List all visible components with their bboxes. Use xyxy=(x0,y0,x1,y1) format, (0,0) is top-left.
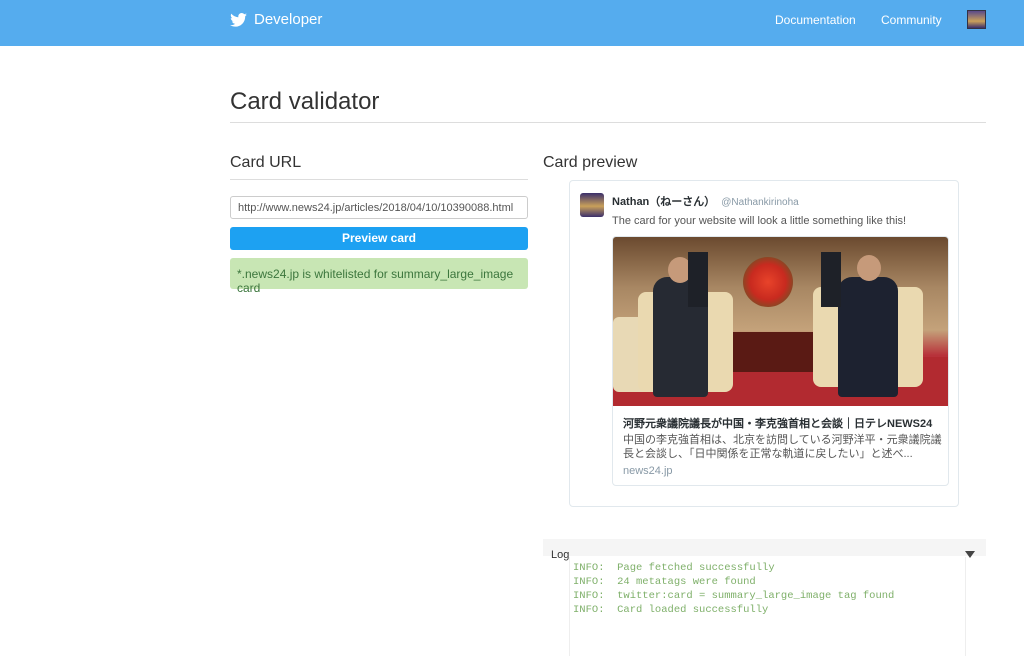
log-line: INFO: 24 metatags were found xyxy=(573,576,756,588)
summary-large-image-card[interactable]: 河野元衆議院議長が中国・李克強首相と会談｜日テレNEWS24 中国の李克強首相は… xyxy=(612,236,949,486)
developer-home-link[interactable]: Developer xyxy=(230,11,322,28)
user-avatar[interactable] xyxy=(967,10,986,29)
twitter-bird-icon xyxy=(230,12,247,27)
whitelist-status-message: *.news24.jp is whitelisted for summary_l… xyxy=(230,258,528,295)
tweet-author-name: Nathan（ねーさん） xyxy=(612,196,716,208)
tweet-text: The card for your website will look a li… xyxy=(612,215,907,227)
top-nav-bar: Developer Documentation Community xyxy=(0,0,1024,46)
nav-documentation[interactable]: Documentation xyxy=(775,13,856,27)
preview-card-button[interactable]: Preview card xyxy=(230,227,528,250)
card-title: 河野元衆議院議長が中国・李克強首相と会談｜日テレNEWS24 xyxy=(623,418,933,430)
divider xyxy=(230,122,986,123)
card-preview-heading: Card preview xyxy=(543,154,638,171)
tweet-avatar xyxy=(580,193,604,217)
card-url-heading: Card URL xyxy=(230,154,302,171)
brand-label: Developer xyxy=(254,11,323,28)
card-domain: news24.jp xyxy=(623,465,673,477)
log-panel-header[interactable] xyxy=(543,539,986,556)
log-line: INFO: twitter:card = summary_large_image… xyxy=(573,590,895,602)
divider xyxy=(230,179,528,180)
card-image xyxy=(613,237,948,406)
page-title: Card validator xyxy=(230,88,380,115)
card-url-input[interactable] xyxy=(230,196,528,219)
log-line: INFO: Page fetched successfully xyxy=(573,562,775,574)
nav-community[interactable]: Community xyxy=(881,13,942,27)
tweet-author: Nathan（ねーさん） @Nathankirinoha xyxy=(612,193,799,209)
tweet-handle: @Nathankirinoha xyxy=(721,197,799,208)
collapse-caret-icon[interactable] xyxy=(965,551,975,558)
log-line: INFO: Card loaded successfully xyxy=(573,604,769,616)
card-description: 中国の李克強首相は、北京を訪問している河野洋平・元衆議院議長と会談し、「日中関係… xyxy=(623,434,942,460)
tweet-preview: Nathan（ねーさん） @Nathankirinoha The card for… xyxy=(569,180,959,507)
log-label: Log xyxy=(551,549,570,561)
